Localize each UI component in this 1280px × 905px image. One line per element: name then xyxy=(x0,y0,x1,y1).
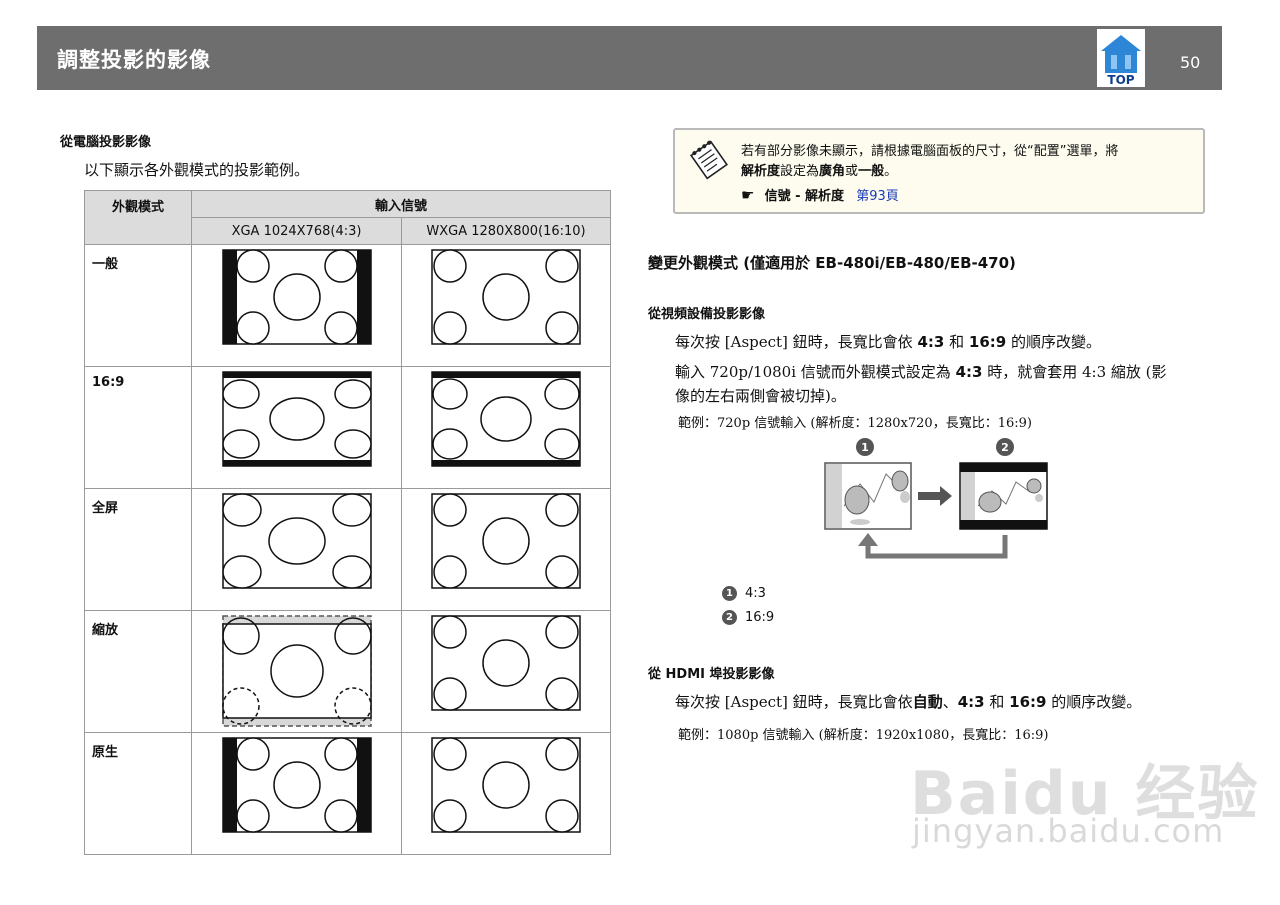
aspect-4-3: 4:3 xyxy=(957,693,985,711)
screen-diagram xyxy=(431,737,581,833)
pointing-hand-icon: ☛ xyxy=(741,186,755,204)
marker-2-label: 2 xyxy=(1001,441,1009,454)
diagram-cell xyxy=(191,488,402,611)
text-run: 每次按 [Aspect] 鈕時，長寬比會依 xyxy=(675,333,913,351)
note-reference: ☛ 信號 - 解析度 第93頁 xyxy=(741,185,899,204)
text-run: 每次按 [Aspect] 鈕時，長寬比會依 xyxy=(675,693,913,711)
screen-diagram xyxy=(431,493,581,589)
aspect-16-9: 16:9 xyxy=(1009,693,1047,711)
page-title: 調整投影的影像 xyxy=(57,48,211,72)
text-run: 時，就會套用 4:3 縮放 (影 xyxy=(987,363,1167,381)
diagram-cell xyxy=(191,244,402,367)
diagram-cell xyxy=(400,488,612,611)
screen-diagram xyxy=(221,493,372,589)
table-row: 原生 xyxy=(84,732,612,855)
table-row: 縮放 xyxy=(84,610,612,733)
text-run: 和 xyxy=(989,693,1005,711)
top-button[interactable]: TOP xyxy=(1097,29,1145,87)
marker-1-label: 1 xyxy=(861,441,869,454)
page-number: 50 xyxy=(1180,53,1201,72)
page-ref-link[interactable]: 第93頁 xyxy=(856,189,899,204)
diagram-cell xyxy=(191,366,402,489)
col-header-mode: 外觀模式 xyxy=(84,190,192,245)
mode-label: 原生 xyxy=(84,732,192,855)
memo-icon xyxy=(690,140,728,180)
legend-label: 16:9 xyxy=(745,610,775,625)
mode-label: 全屏 xyxy=(84,488,192,611)
aspect-cycle-diagram: 1 2 xyxy=(824,438,1048,559)
hdmi-example: 範例：1080p 信號輸入 (解析度：1920x1080，長寬比：16:9) xyxy=(678,728,1049,743)
col-header-signal: 輸入信號 xyxy=(190,190,612,218)
aspect-4-3: 4:3 xyxy=(955,363,983,381)
ref-menu-path: 信號 - 解析度 xyxy=(764,189,845,204)
text-run: 輸入 720p/1080i 信號而外觀模式設定為 xyxy=(675,363,951,381)
table-row: 16:9 xyxy=(84,366,612,489)
note-box: 若有部分影像未顯示，請根據電腦面板的尺寸，從“配置”選單，將 解析度設定為廣角或… xyxy=(673,128,1205,214)
mode-label: 一般 xyxy=(84,244,192,367)
note-text-set: 設定為 xyxy=(780,164,820,179)
screen-diagram xyxy=(221,615,372,727)
legend-number: 1 xyxy=(722,586,737,601)
note-text-or: 或 xyxy=(845,164,859,179)
intro-text: 以下顯示各外觀模式的投影範例。 xyxy=(84,161,310,179)
diagram-cell xyxy=(400,244,612,367)
table-row: 全屏 xyxy=(84,488,612,611)
legend-label: 4:3 xyxy=(745,586,766,601)
diagram-cell xyxy=(400,610,612,733)
aspect-4-3: 4:3 xyxy=(917,333,945,351)
section-title-hdmi: 從 HDMI 埠投影影像 xyxy=(648,667,775,682)
diagram-cell xyxy=(400,732,612,855)
diagram-cell xyxy=(400,366,612,489)
video-paragraph-2: 輸入 720p/1080i 信號而外觀模式設定為 4:3 時，就會套用 4:3 … xyxy=(675,360,1203,408)
col-header-xga: XGA 1024X768(4:3) xyxy=(191,217,402,245)
text-run: 、 xyxy=(942,693,958,711)
return-arrow-line xyxy=(865,535,1008,559)
legend-item-1: 1 4:3 xyxy=(722,586,766,601)
screen-diagram xyxy=(221,737,372,833)
note-term-wide: 廣角 xyxy=(819,164,846,179)
note-term-resolution: 解析度 xyxy=(741,164,781,179)
aspect-auto: 自動 xyxy=(912,693,943,711)
home-icon: TOP xyxy=(1097,29,1145,87)
screen-diagram xyxy=(221,371,372,467)
watermark-url: jingyan.baidu.com xyxy=(912,812,1225,850)
text-run: 像的左右兩側會被切掉)。 xyxy=(675,387,846,405)
text-run: 的順序改變。 xyxy=(1011,333,1102,351)
col-header-wxga: WXGA 1280X800(16:10) xyxy=(400,217,612,245)
aspect-16-9: 16:9 xyxy=(968,333,1007,351)
text-run: 和 xyxy=(949,333,965,351)
diagram-cell xyxy=(191,610,402,733)
legend-number: 2 xyxy=(722,610,737,625)
mode-label: 縮放 xyxy=(84,610,192,733)
screen-4-3 xyxy=(824,462,912,530)
legend-item-2: 2 16:9 xyxy=(722,610,774,625)
page-header: 調整投影的影像 TOP 50 xyxy=(37,26,1222,90)
diagram-cell xyxy=(191,732,402,855)
top-label: TOP xyxy=(1107,73,1134,87)
section-title-computer: 從電腦投影影像 xyxy=(60,135,152,150)
hdmi-paragraph: 每次按 [Aspect] 鈕時，長寬比會依自動、4:3 和 16:9 的順序改變… xyxy=(675,690,1203,714)
screen-16-9 xyxy=(959,462,1048,530)
screen-diagram xyxy=(431,249,581,345)
aspect-mode-table: 外觀模式 輸入信號 XGA 1024X768(4:3) WXGA 1280X80… xyxy=(84,190,612,855)
screen-diagram xyxy=(221,249,372,345)
note-text: 若有部分影像未顯示，請根據電腦面板的尺寸，從“配置”選單，將 解析度設定為廣角或… xyxy=(741,142,1196,182)
note-text-end: 。 xyxy=(884,164,898,179)
section-title-video: 從視頻設備投影影像 xyxy=(648,307,766,322)
screen-diagram xyxy=(431,371,581,467)
arrow-right-icon xyxy=(918,486,952,506)
screen-diagram xyxy=(431,615,581,711)
note-term-normal: 一般 xyxy=(858,164,885,179)
video-example: 範例：720p 信號輸入 (解析度：1280x720，長寬比：16:9) xyxy=(678,416,1032,431)
text-run: 的順序改變。 xyxy=(1051,693,1142,711)
arrow-up-icon xyxy=(858,533,878,546)
aspect-change-heading: 變更外觀模式 (僅適用於 EB-480i/EB-480/EB-470) xyxy=(648,254,1016,272)
mode-label: 16:9 xyxy=(84,366,192,489)
table-row: 一般 xyxy=(84,244,612,367)
video-paragraph-1: 每次按 [Aspect] 鈕時，長寬比會依 4:3 和 16:9 的順序改變。 xyxy=(675,330,1203,354)
note-line-1: 若有部分影像未顯示，請根據電腦面板的尺寸，從“配置”選單，將 xyxy=(741,144,1119,159)
